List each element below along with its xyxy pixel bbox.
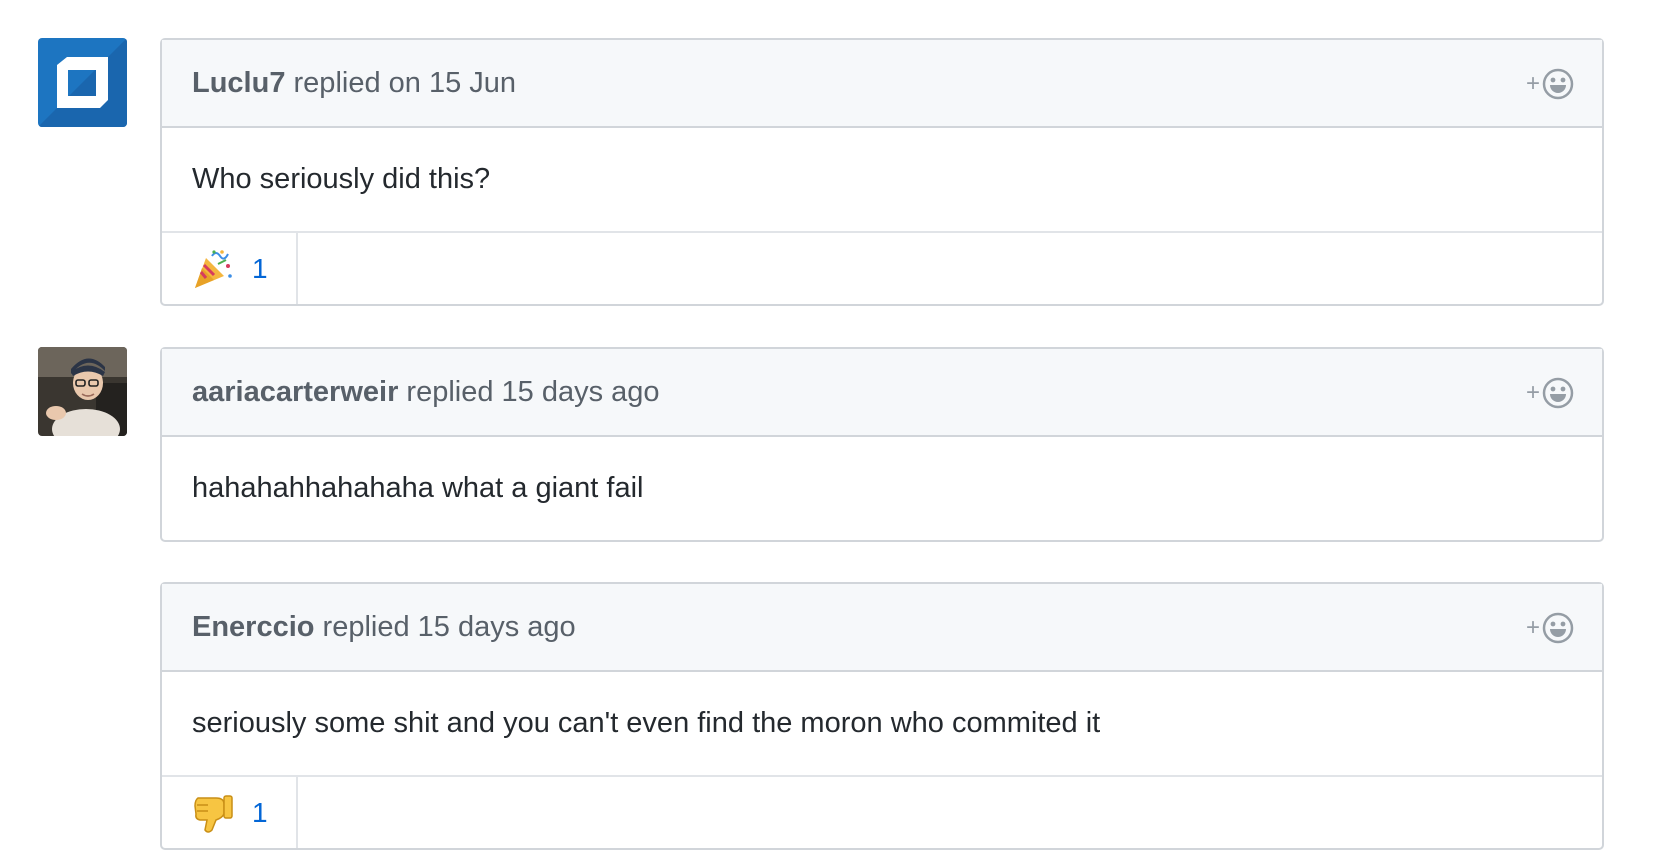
luclu7-avatar-image: [38, 38, 127, 127]
reactions-bar: 1: [162, 231, 1602, 304]
comment-author[interactable]: Enerccio: [192, 611, 315, 643]
comment-author[interactable]: Luclu7: [192, 67, 285, 99]
comment-body: seriously some shit and you can't even f…: [192, 707, 1101, 739]
smiley-icon: [1542, 612, 1574, 644]
comment-body: hahahahhahahaha what a giant fail: [192, 472, 644, 504]
smiley-icon: [1542, 377, 1574, 409]
avatar-aariacarterweir[interactable]: [38, 347, 127, 436]
comment-header: Luclu7 replied on 15 Jun +: [162, 40, 1602, 128]
reaction-thumbs-down-button[interactable]: 1: [162, 777, 298, 848]
reaction-tada-button[interactable]: 1: [162, 233, 298, 304]
aariacarterweir-avatar-image: [38, 347, 127, 436]
comment-timestamp[interactable]: replied on 15 Jun: [285, 67, 517, 99]
comment-author[interactable]: aariacarterweir: [192, 376, 398, 408]
comment-1: Luclu7 replied on 15 Jun + Who seriously…: [160, 38, 1604, 306]
tada-icon: [195, 249, 232, 288]
comment-header: aariacarterweir replied 15 days ago +: [162, 349, 1602, 437]
comment-header: Enerccio replied 15 days ago +: [162, 584, 1602, 672]
add-reaction-button[interactable]: +: [1526, 377, 1574, 409]
comment-3: Enerccio replied 15 days ago + seriously…: [160, 582, 1604, 850]
comment-2: aariacarterweir replied 15 days ago + ha…: [160, 347, 1604, 542]
plus-icon: +: [1525, 70, 1540, 97]
comment-meta: Enerccio replied 15 days ago: [192, 611, 576, 644]
comment-timestamp[interactable]: replied 15 days ago: [315, 611, 576, 643]
comment-body: Who seriously did this?: [192, 163, 491, 195]
plus-icon: +: [1525, 379, 1540, 406]
comment-meta: aariacarterweir replied 15 days ago: [192, 376, 660, 409]
smiley-icon: [1542, 68, 1574, 100]
comment-meta: Luclu7 replied on 15 Jun: [192, 67, 516, 100]
add-reaction-button[interactable]: +: [1526, 68, 1574, 100]
reactions-bar: 1: [162, 775, 1602, 848]
plus-icon: +: [1525, 614, 1540, 641]
reaction-count: 1: [252, 796, 268, 828]
thumbs-down-icon: [194, 794, 233, 833]
add-reaction-button[interactable]: +: [1526, 612, 1574, 644]
comment-timestamp[interactable]: replied 15 days ago: [398, 376, 659, 408]
avatar-luclu7[interactable]: [38, 38, 127, 127]
reaction-count: 1: [252, 252, 268, 284]
